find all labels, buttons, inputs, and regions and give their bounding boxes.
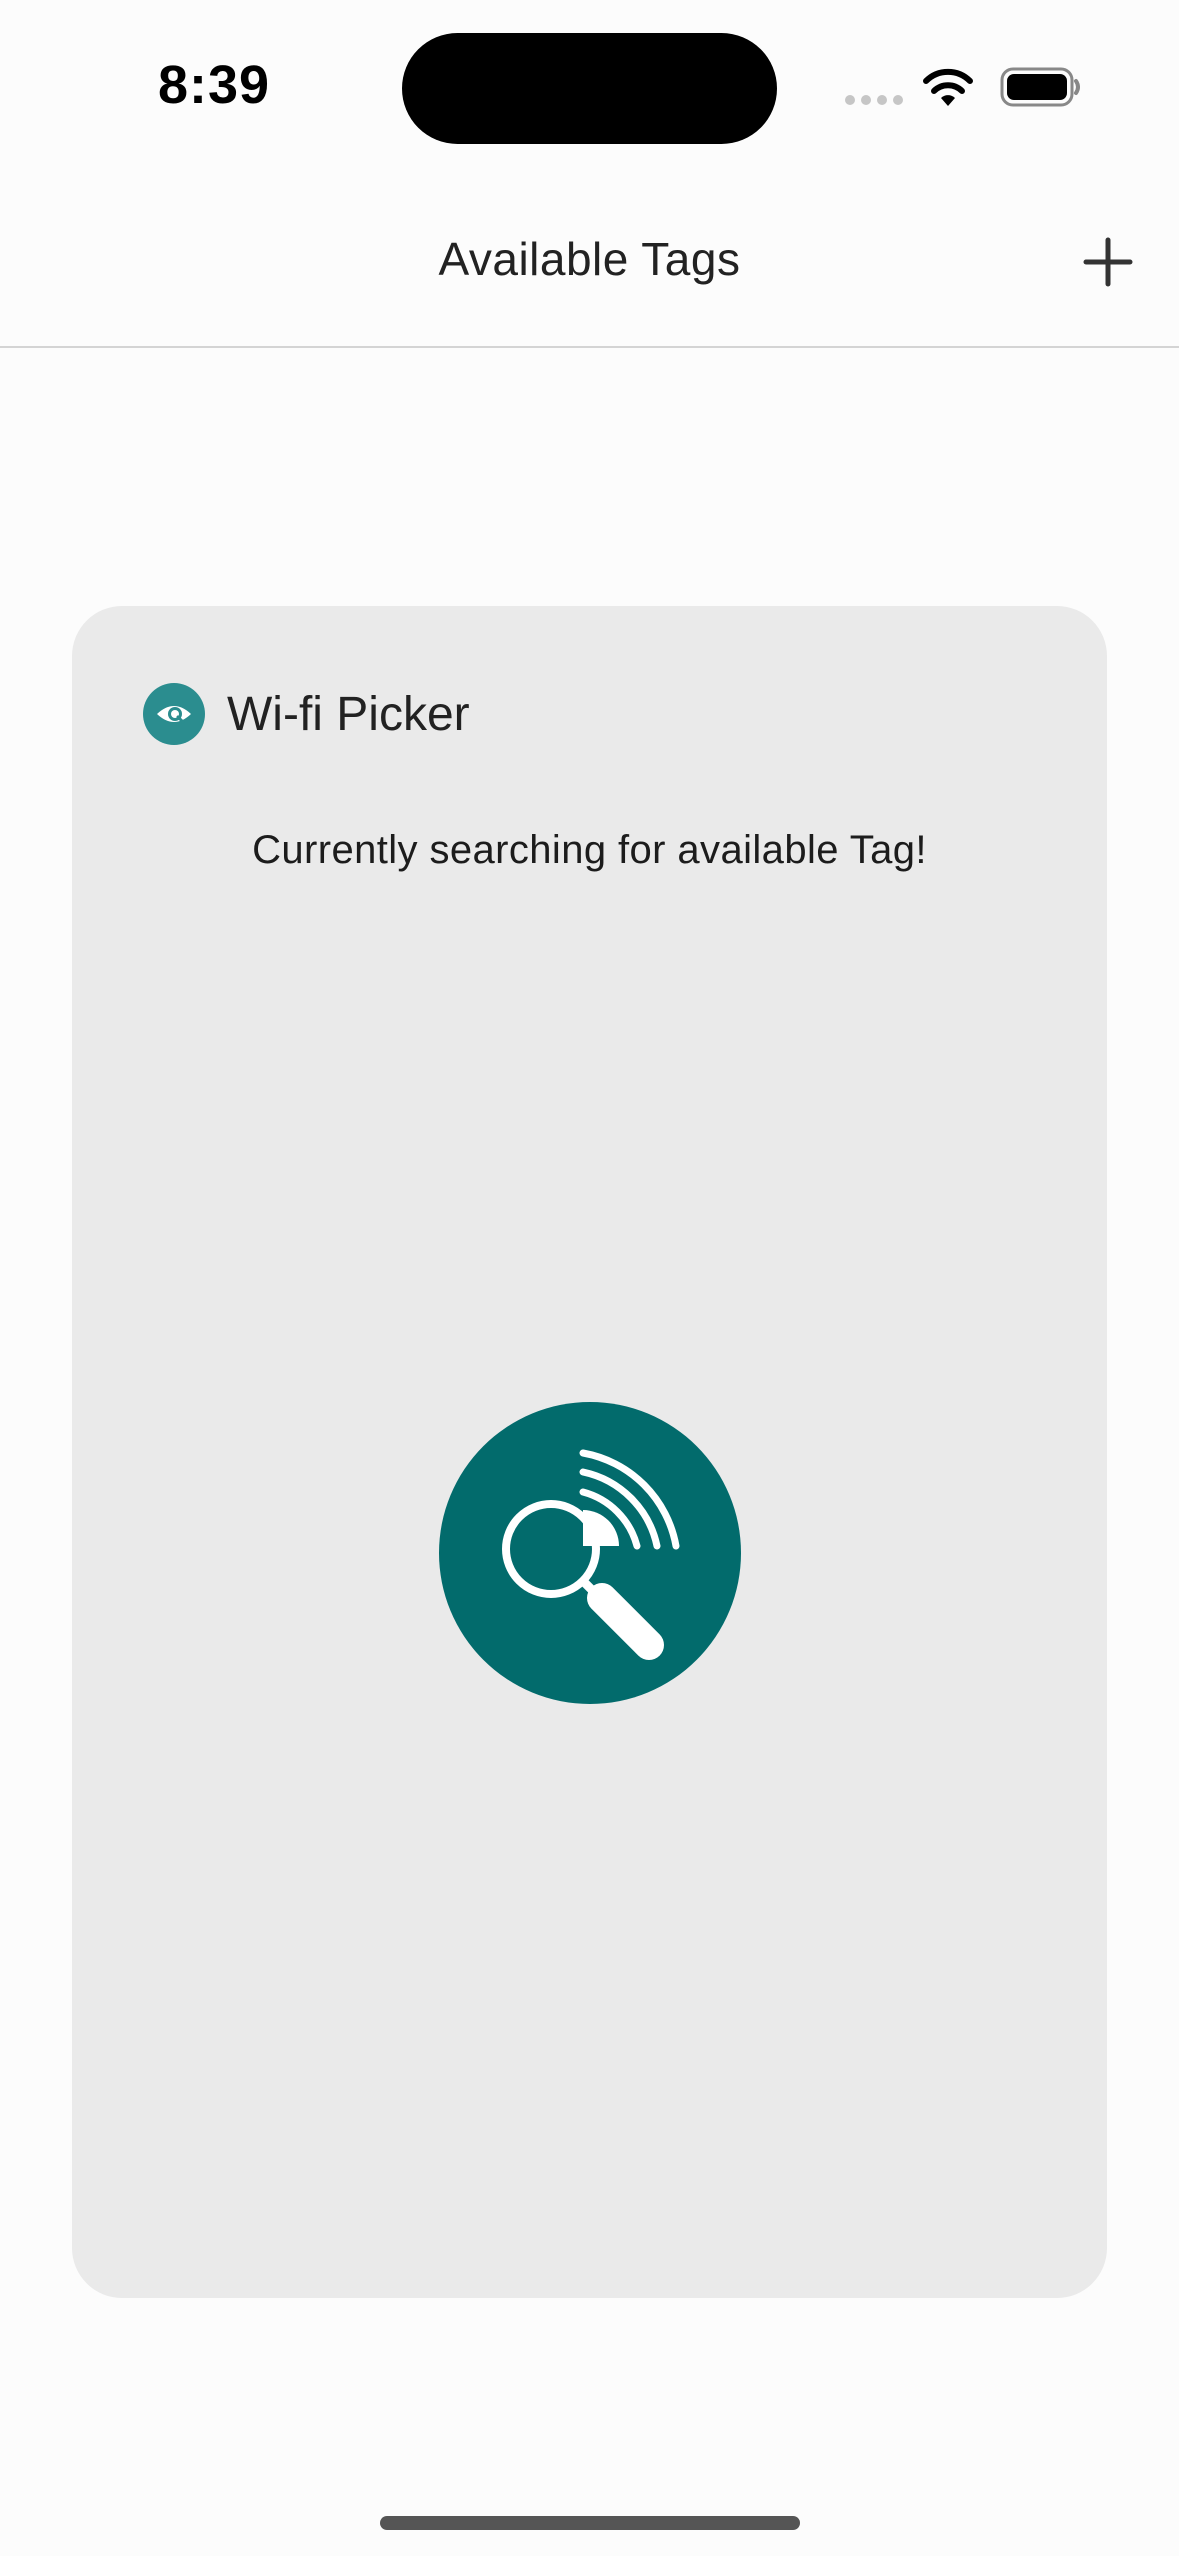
search-status-text: Currently searching for available Tag!: [252, 828, 927, 872]
nav-bar: Available Tags: [0, 176, 1179, 348]
cellular-signal-icon: [845, 95, 903, 105]
app-name: Wi-fi Picker: [227, 687, 470, 741]
dynamic-island: [402, 33, 777, 144]
home-indicator[interactable]: [380, 2516, 800, 2530]
add-tag-button[interactable]: [1080, 234, 1136, 290]
status-time: 8:39: [158, 55, 271, 115]
status-bar: 8:39: [0, 0, 1179, 176]
search-tags-button[interactable]: [439, 1402, 741, 1704]
plus-icon: [1083, 237, 1133, 287]
card-header: Wi-fi Picker: [143, 682, 470, 746]
magnifier-signal-icon: [502, 1449, 680, 1660]
eye-search-icon: [143, 683, 205, 745]
wifi-icon: [923, 68, 973, 106]
battery-icon: [1000, 67, 1080, 107]
tag-picker-card: Wi-fi Picker Currently searching for ava…: [72, 606, 1107, 2298]
page-title: Available Tags: [438, 233, 741, 285]
